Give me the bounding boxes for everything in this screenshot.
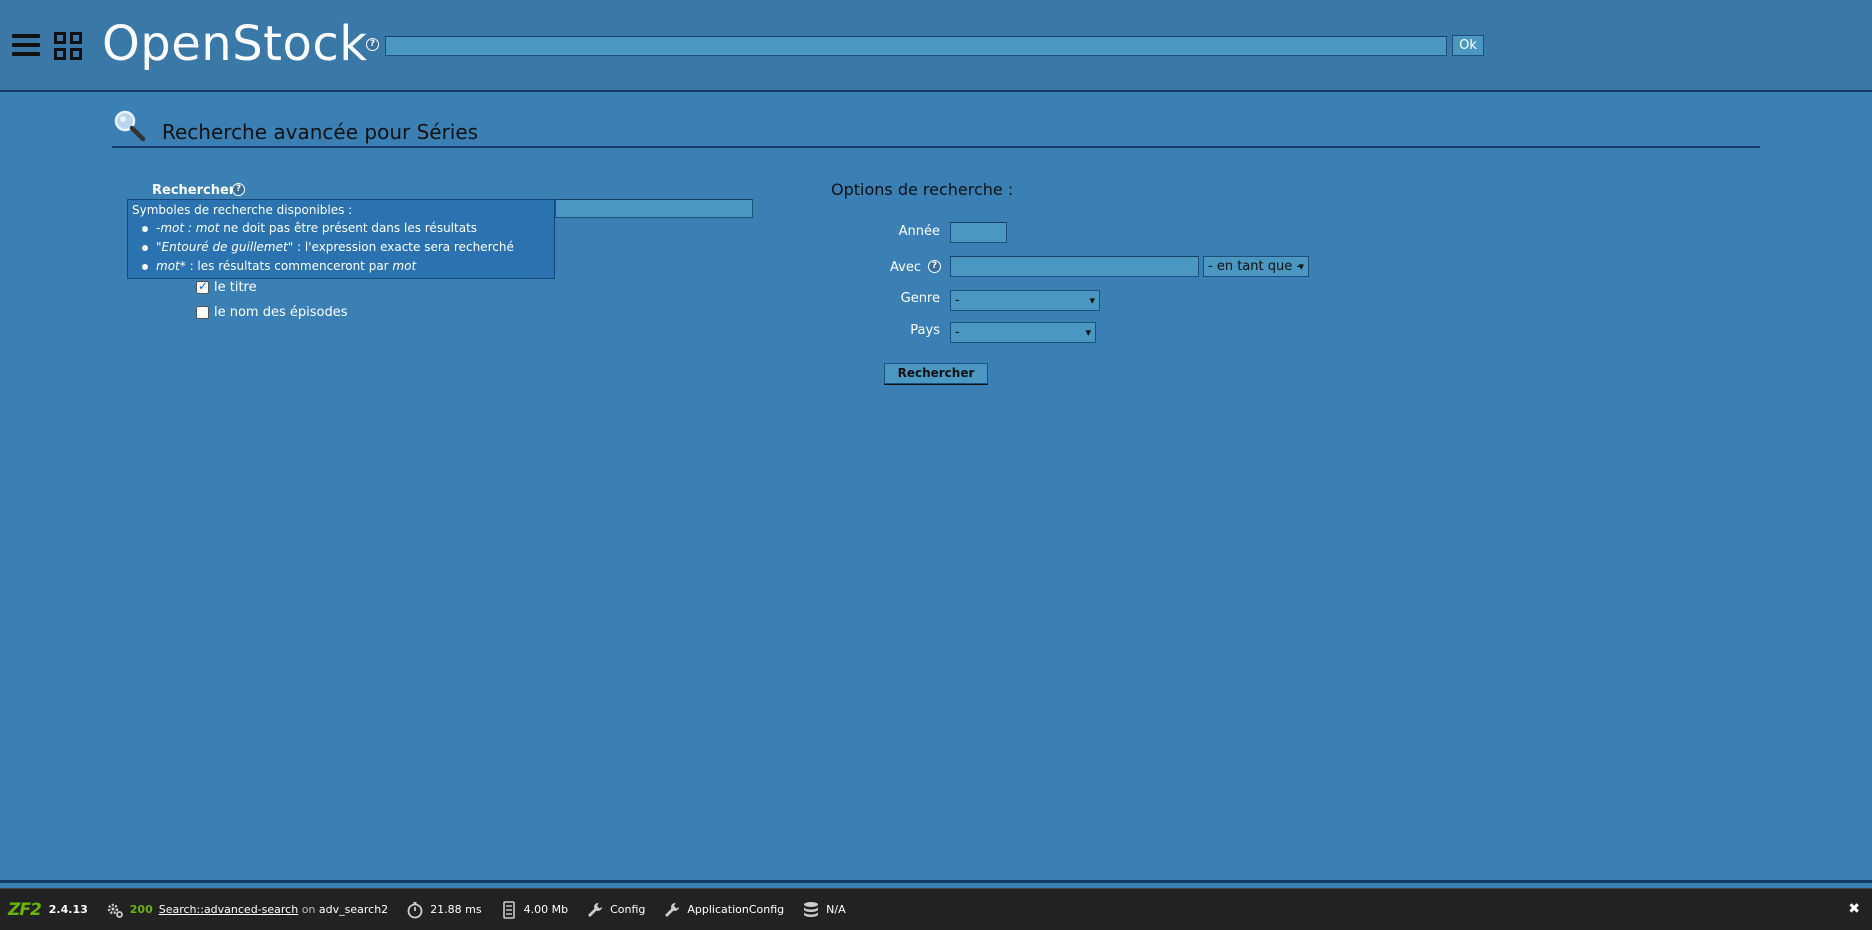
checkbox-episodes-row[interactable]: le nom des épisodes <box>196 305 348 320</box>
checkbox-title-row[interactable]: le titre <box>196 279 257 295</box>
zf-logo[interactable]: ZF2 <box>8 900 42 920</box>
magnifier-icon <box>114 110 146 142</box>
checkbox-label: le titre <box>214 280 257 295</box>
app-config-label: ApplicationConfig <box>687 903 785 916</box>
genre-select[interactable]: - ▾ <box>950 290 1100 311</box>
gears-icon <box>107 903 123 918</box>
config-info[interactable]: Config <box>586 901 645 919</box>
time-value: 21.88 ms <box>430 903 482 916</box>
checkbox-title[interactable] <box>196 279 209 294</box>
chevron-down-icon: ▾ <box>1085 326 1091 339</box>
memory-info[interactable]: 4.00 Mb <box>500 900 569 919</box>
app-header: OpenStock ? Ok <box>0 0 1872 92</box>
help-icon[interactable]: ? <box>232 183 245 196</box>
genre-select-value: - <box>955 293 960 308</box>
hamburger-icon[interactable] <box>12 34 40 56</box>
role-select-value: - en tant que - <box>1208 259 1302 274</box>
tooltip-title: Symboles de recherche disponibles : <box>132 203 353 217</box>
help-icon[interactable]: ? <box>928 260 941 273</box>
search-submit-button[interactable]: Rechercher <box>884 363 988 384</box>
pays-label: Pays <box>910 323 940 338</box>
genre-label: Genre <box>900 291 940 306</box>
database-icon <box>804 901 819 917</box>
config-label: Config <box>610 903 646 916</box>
annee-label: Année <box>898 224 940 239</box>
global-search-input[interactable] <box>385 36 1447 56</box>
grid-icon[interactable] <box>54 32 82 60</box>
checkbox-episodes[interactable] <box>196 306 209 319</box>
avec-label: Avec <box>890 260 921 275</box>
close-icon[interactable]: ✖ <box>1848 901 1860 917</box>
zf-version: 2.4.13 <box>48 903 88 916</box>
db-info[interactable]: N/A <box>802 901 846 919</box>
search-input[interactable] <box>555 199 753 218</box>
checkbox-label: le nom des épisodes <box>214 305 348 320</box>
status-code: 200 <box>129 903 153 916</box>
footer-divider <box>0 880 1872 883</box>
memory-icon <box>502 900 515 919</box>
wrench-icon <box>588 902 603 917</box>
list-item: mot* : les résultats commenceront par mo… <box>140 257 550 276</box>
help-icon[interactable]: ? <box>366 38 379 51</box>
pays-select[interactable]: - ▾ <box>950 322 1096 343</box>
avec-input[interactable] <box>950 256 1199 277</box>
db-value: N/A <box>826 903 846 916</box>
ok-button[interactable]: Ok <box>1452 35 1484 56</box>
request-info[interactable]: 200 Search::advanced-search on adv_searc… <box>106 901 388 919</box>
stopwatch-icon <box>407 901 423 918</box>
page-title-bar: Recherche avancée pour Séries <box>112 104 1760 148</box>
options-title: Options de recherche : <box>831 180 1014 199</box>
brand-logo[interactable]: OpenStock <box>102 14 368 74</box>
memory-value: 4.00 Mb <box>523 903 569 916</box>
wrench-icon <box>665 902 680 917</box>
page-title: Recherche avancée pour Séries <box>162 120 479 144</box>
annee-input[interactable] <box>950 222 1007 243</box>
time-info[interactable]: 21.88 ms <box>406 901 482 919</box>
search-symbols-tooltip: Symboles de recherche disponibles : -mot… <box>127 199 555 279</box>
list-item: -mot : mot ne doit pas être présent dans… <box>140 219 550 238</box>
pays-select-value: - <box>955 325 960 340</box>
zend-developer-toolbar: ZF2 2.4.13 200 Search::advanced-search o… <box>0 888 1872 930</box>
chevron-down-icon: ▾ <box>1298 260 1304 273</box>
tooltip-list: -mot : mot ne doit pas être présent dans… <box>140 219 550 276</box>
search-label: Rechercher <box>152 183 236 198</box>
chevron-down-icon: ▾ <box>1089 294 1095 307</box>
list-item: "Entouré de guillemet" : l'expression ex… <box>140 238 550 257</box>
role-select[interactable]: - en tant que - ▾ <box>1203 256 1309 277</box>
app-config-info[interactable]: ApplicationConfig <box>663 901 784 919</box>
route-text: Search::advanced-search on adv_search2 <box>158 903 389 916</box>
